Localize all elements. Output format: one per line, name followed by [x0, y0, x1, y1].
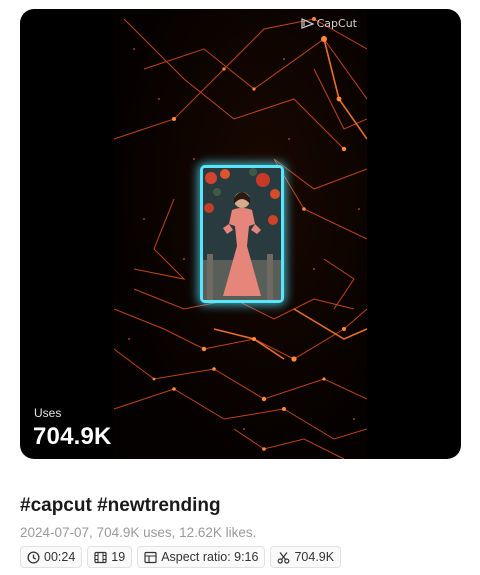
uses-chip-value: 704.9K [294, 550, 335, 564]
aspect-ratio-value: Aspect ratio: 9:16 [161, 550, 259, 564]
template-preview-card[interactable]: CapCut Uses 704.9K [20, 9, 461, 459]
woman-portrait-image [203, 168, 281, 300]
template-title[interactable]: #capcut #newtrending [20, 495, 221, 517]
clips-chip: 19 [87, 546, 133, 568]
film-icon [94, 551, 107, 563]
capcut-logo-icon [301, 18, 314, 29]
template-stats: 00:24 19 Aspect ratio: 9:16 704.9K [20, 546, 342, 568]
video-preview[interactable]: CapCut [114, 9, 367, 459]
scissors-icon [278, 551, 290, 564]
aspect-ratio-chip: Aspect ratio: 9:16 [137, 546, 266, 568]
duration-chip: 00:24 [20, 546, 83, 568]
uses-label: Uses [34, 406, 62, 420]
capcut-watermark: CapCut [301, 17, 357, 30]
uses-chip: 704.9K [270, 546, 342, 568]
template-meta: 2024-07-07, 704.9K uses, 12.62K likes. [20, 525, 257, 540]
watermark-text: CapCut [316, 17, 357, 30]
framed-photo [200, 165, 284, 303]
uses-count: 704.9K [33, 423, 112, 450]
clips-value: 19 [111, 550, 126, 564]
duration-value: 00:24 [44, 550, 76, 564]
clock-icon [27, 550, 40, 564]
aspect-ratio-icon [144, 551, 157, 563]
template-page: CapCut Uses 704.9K #capcut #newtrending … [0, 0, 480, 575]
